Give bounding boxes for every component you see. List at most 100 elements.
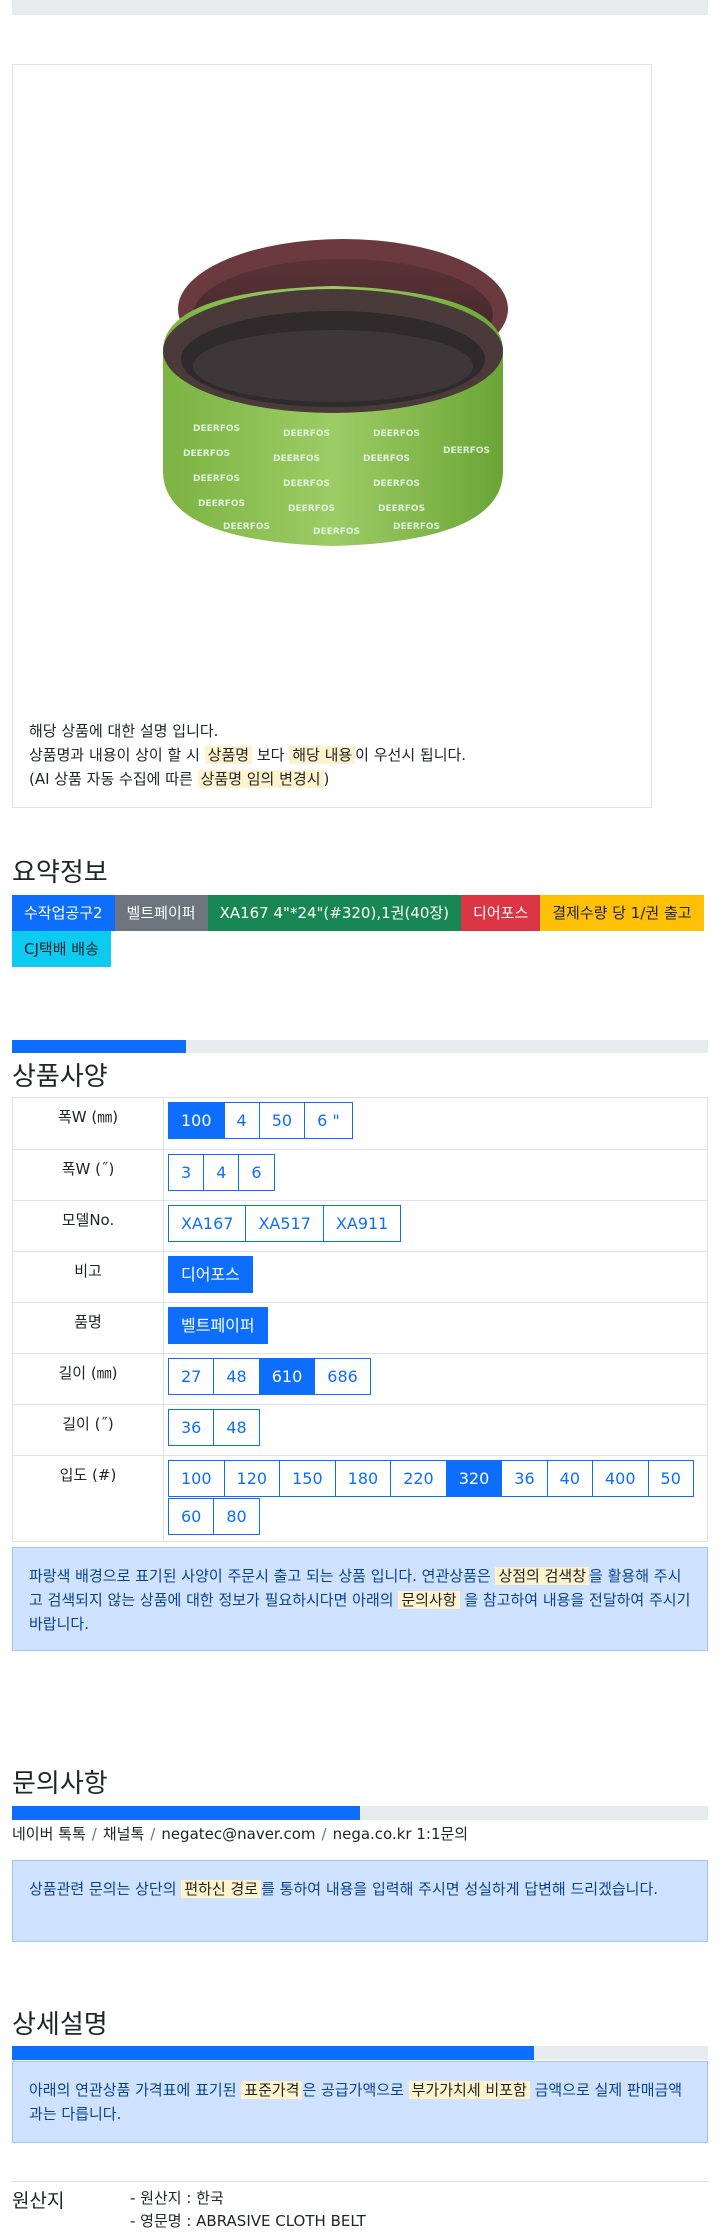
spec-option[interactable]: 80: [213, 1498, 260, 1535]
desc-line-1: 해당 상품에 대한 설명 입니다.: [29, 722, 219, 740]
highlight-product-name: 상품명: [204, 746, 253, 764]
spec-progress-fill: [12, 1040, 186, 1053]
spec-values: 36 48: [163, 1404, 708, 1456]
spec-option-selected[interactable]: 610: [258, 1358, 316, 1395]
spec-option[interactable]: 400: [592, 1460, 649, 1497]
spec-option[interactable]: 180: [334, 1460, 392, 1497]
spec-option[interactable]: 220: [390, 1460, 447, 1497]
svg-text:DEERFOS: DEERFOS: [283, 479, 330, 489]
spec-option[interactable]: 27: [168, 1358, 215, 1395]
inquiry-notice: 상품관련 문의는 상단의 편하신 경로 를 통하여 내용을 입력해 주시면 성실하…: [12, 1860, 708, 1942]
spec-label: 품명: [12, 1302, 164, 1354]
highlight-standard-price: 표준가격: [241, 2081, 303, 2099]
highlight-content: 해당 내용: [289, 746, 356, 764]
detail-progress-bar: [12, 2046, 708, 2060]
inquiry-progress-fill: [12, 1806, 360, 1820]
spec-option[interactable]: 4: [203, 1154, 240, 1191]
spec-values: XA167 XA517 XA911: [163, 1200, 708, 1252]
svg-text:DEERFOS: DEERFOS: [273, 454, 320, 464]
svg-text:DEERFOS: DEERFOS: [313, 527, 360, 537]
product-image-box: DEERFOS DEERFOS DEERFOS DEERFOS DEERFOS DEER…: [12, 64, 652, 808]
summary-title: 요약정보: [12, 858, 108, 888]
svg-text:DEERFOS: DEERFOS: [288, 504, 335, 514]
spec-option[interactable]: 120: [223, 1460, 281, 1497]
spec-option[interactable]: 3: [168, 1154, 205, 1191]
spec-option[interactable]: 150: [279, 1460, 336, 1497]
svg-text:DEERFOS: DEERFOS: [373, 429, 420, 439]
spec-values: 346: [163, 1149, 708, 1201]
spec-option[interactable]: 50: [258, 1102, 306, 1139]
summary-badge: 벨트페이퍼: [114, 895, 208, 931]
spec-option[interactable]: 48: [213, 1358, 260, 1395]
svg-text:DEERFOS: DEERFOS: [198, 499, 245, 509]
spec-option-selected[interactable]: 벨트페이퍼: [168, 1307, 268, 1344]
highlight-inquiry: 문의사항: [398, 1591, 460, 1609]
summary-badge: CJ택배 배송: [12, 931, 111, 967]
spec-label: 입도 (#): [12, 1455, 164, 1542]
spec-values: 디어포스: [163, 1251, 708, 1303]
desc-text: 보다: [252, 746, 290, 764]
contact-link[interactable]: 네이버 톡톡: [12, 1825, 86, 1843]
spec-row: 모델No. XA167 XA517 XA911: [12, 1200, 708, 1252]
svg-text:DEERFOS: DEERFOS: [193, 424, 240, 434]
inquiry-title: 문의사항: [12, 1769, 108, 1799]
spec-option[interactable]: XA517: [245, 1205, 324, 1242]
desc-text: ): [323, 770, 330, 788]
detail-title: 상세설명: [12, 2010, 108, 2040]
notice-text: 파랑색 배경으로 표기된 사양이 주문시 출고 되는 상품 입니다. 연관상품은: [29, 1567, 496, 1585]
spec-option[interactable]: 686: [314, 1358, 371, 1395]
spec-values: 100 4 50 6 ": [163, 1097, 708, 1150]
spec-option[interactable]: 48: [213, 1409, 260, 1446]
contact-link[interactable]: negatec@naver.com: [161, 1825, 315, 1843]
contact-link[interactable]: 채널톡: [103, 1825, 144, 1843]
summary-badge: 디어포스: [461, 895, 541, 931]
spec-row: 길이 (㎜) 27 48 610 686: [12, 1353, 708, 1405]
spec-progress-bar: [12, 1040, 708, 1053]
detail-notice: 아래의 연관상품 가격표에 표기된 표준가격 은 공급가액으로 부가가치세 비포함…: [12, 2061, 708, 2143]
notice-text: 아래의 연관상품 가격표에 표기된: [29, 2081, 242, 2099]
desc-text: 상품명과 내용이 상이 할 시: [29, 746, 205, 764]
spec-option[interactable]: 36: [168, 1409, 215, 1446]
origin-item: - 영문명 : ABRASIVE CLOTH BELT: [130, 2212, 366, 2230]
spec-option[interactable]: XA167: [168, 1205, 247, 1242]
desc-text: (AI 상품 자동 수집에 따른: [29, 770, 198, 788]
spec-option-selected[interactable]: 320: [445, 1460, 503, 1497]
spec-option[interactable]: 6: [238, 1154, 275, 1191]
spec-row: 품명 벨트페이퍼: [12, 1302, 708, 1354]
breadcrumb-separator: /: [150, 1825, 156, 1843]
spec-option-selected[interactable]: 100: [168, 1102, 225, 1139]
svg-text:DEERFOS: DEERFOS: [283, 429, 330, 439]
spec-option-selected[interactable]: 디어포스: [168, 1256, 253, 1293]
spec-option[interactable]: 6 ": [304, 1102, 353, 1139]
inquiry-progress-bar: [12, 1806, 708, 1820]
origin-item: - 원산지 : 한국: [130, 2189, 224, 2207]
summary-badges: 수작업공구2 벨트페이퍼 XA167 4"*24"(#320),1권(40장) 디어포…: [12, 895, 708, 967]
svg-text:DEERFOS: DEERFOS: [223, 522, 270, 532]
spec-option[interactable]: XA911: [322, 1205, 402, 1242]
spec-label: 비고: [12, 1251, 164, 1303]
spec-option[interactable]: 100: [168, 1460, 225, 1497]
summary-badge: 수작업공구2: [12, 895, 115, 931]
spec-row: 길이 (˝) 36 48: [12, 1404, 708, 1456]
spec-option[interactable]: 50: [647, 1460, 694, 1497]
highlight-search: 상점의 검색창: [495, 1567, 590, 1585]
spec-option[interactable]: 36: [501, 1460, 548, 1497]
spec-option[interactable]: 40: [546, 1460, 593, 1497]
product-description: 해당 상품에 대한 설명 입니다. 상품명과 내용이 상이 할 시 상품명 보다…: [29, 719, 466, 791]
origin-divider: [12, 2181, 708, 2182]
spec-option[interactable]: 4: [223, 1102, 260, 1139]
desc-line-3: (AI 상품 자동 수집에 따른 상품명 임의 변경시): [29, 767, 466, 791]
spec-label: 길이 (˝): [12, 1404, 164, 1456]
notice-text: 상품관련 문의는 상단의: [29, 1880, 182, 1898]
summary-badge: 결제수량 당 1/권 출고: [540, 895, 704, 931]
svg-text:DEERFOS: DEERFOS: [363, 454, 410, 464]
svg-text:DEERFOS: DEERFOS: [193, 474, 240, 484]
highlight-route: 편하신 경로: [181, 1880, 262, 1898]
spec-row: 폭W (㎜) 100 4 50 6 ": [12, 1097, 708, 1150]
origin-list: - 원산지 : 한국 - 영문명 : ABRASIVE CLOTH BELT: [130, 2187, 366, 2232]
notice-text: 를 통하여 내용을 입력해 주시면 성실하게 답변해 드리겠습니다.: [261, 1880, 659, 1898]
svg-text:DEERFOS: DEERFOS: [443, 446, 490, 456]
contact-link[interactable]: nega.co.kr 1:1문의: [333, 1825, 469, 1843]
spec-values: 벨트페이퍼: [163, 1302, 708, 1354]
spec-option[interactable]: 60: [168, 1498, 215, 1535]
